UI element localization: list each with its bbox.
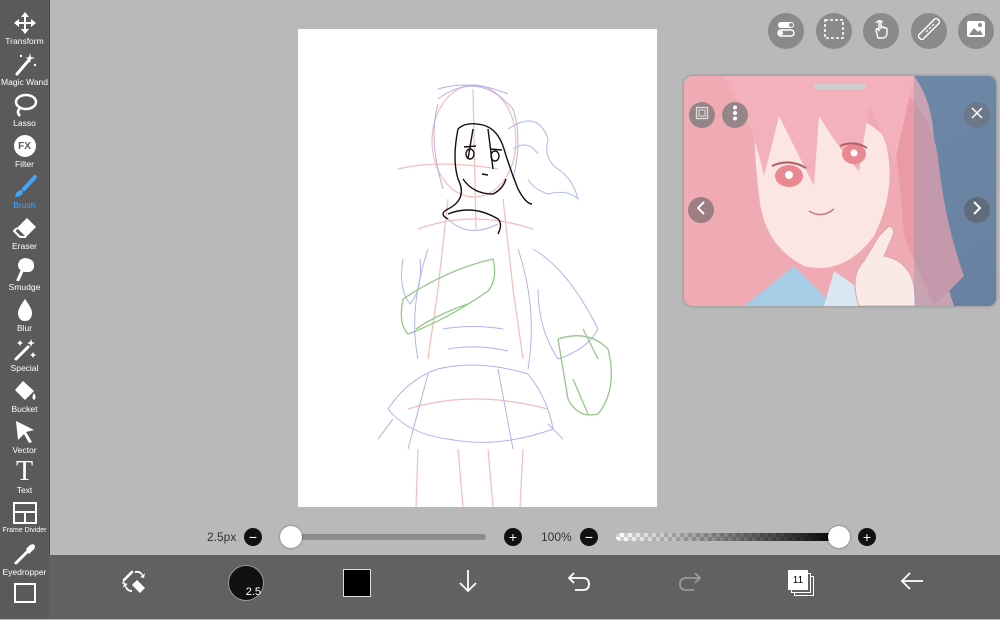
tool-sidebar: Transform Magic Wand Lasso FX Filter Bru… [0,0,50,619]
layer-count: 11 [788,570,808,590]
color-swatch [343,569,371,597]
selection-button[interactable] [816,13,852,49]
reference-window[interactable] [684,76,996,306]
brush-size-value: 2.5px [207,530,237,544]
size-decrease-button[interactable]: − [244,528,262,546]
move-arrows-icon [12,10,38,36]
layers-button[interactable]: 11 [779,561,823,605]
tool-label: Filter [15,159,34,169]
ref-toggle-button[interactable] [689,102,715,128]
opacity-slider[interactable] [616,533,840,541]
size-increase-button[interactable]: + [504,528,522,546]
drawing-canvas[interactable] [298,29,657,507]
tool-label: Special [10,363,39,373]
arrow-down-icon [457,568,479,599]
drag-handle[interactable] [814,84,866,89]
ruler-button[interactable] [911,13,947,49]
tool-smudge[interactable]: Smudge [0,256,49,296]
lasso-icon [12,92,38,118]
square-frame-icon [695,106,709,125]
selection-icon [823,18,845,45]
ruler-icon [917,16,941,45]
tool-label: Magic Wand [1,77,48,87]
tool-label: Smudge [8,282,41,292]
ref-next-button[interactable] [964,197,990,223]
tool-label: Bucket [11,404,38,414]
undo-icon [566,570,592,597]
eraser-icon [12,215,38,241]
brush-size-slider-knob[interactable] [280,526,302,548]
eyedropper-icon [12,541,38,567]
brush-eraser-swap-icon [121,568,149,599]
ref-menu-button[interactable] [722,102,748,128]
brush-eraser-swap-button[interactable] [113,561,157,605]
tool-label: Vector [12,445,37,455]
tool-lasso[interactable]: Lasso [0,92,49,132]
tool-filter[interactable]: FX Filter [0,133,49,173]
download-button[interactable] [446,561,490,605]
frame-divider-icon [12,500,38,526]
brush-icon [12,174,38,200]
sketch-artwork [377,84,612,507]
color-button[interactable] [335,561,379,605]
gesture-button[interactable] [863,13,899,49]
opacity-slider-knob[interactable] [828,526,850,548]
opacity-value: 100% [541,530,572,544]
tool-eraser[interactable]: Eraser [0,215,49,255]
brush-size-preview: 2.5 [228,565,264,601]
ref-prev-button[interactable] [688,197,714,223]
toggle-icon [776,19,796,44]
tool-label: Eyedropper [2,567,47,577]
text-icon: T [15,456,34,487]
layers-icon: 11 [788,570,814,596]
tool-bucket[interactable]: Bucket [0,378,49,418]
tool-canvas[interactable] [0,580,49,620]
image-icon [965,18,987,45]
tool-label: Frame Divider [2,527,47,534]
redo-icon [677,570,703,597]
tool-special[interactable]: Special [0,337,49,377]
tool-blur[interactable]: Blur [0,297,49,337]
brush-size-preview-button[interactable]: 2.5 [224,561,268,605]
bucket-icon [12,378,38,404]
tool-frame-divider[interactable]: Frame Divider [0,500,49,540]
bottom-toolbar: 2.5 11 [49,555,1000,619]
smudge-icon [12,256,38,282]
tool-label: Brush [13,200,36,210]
tool-eyedropper[interactable]: Eyedropper [0,541,49,581]
magic-wand-icon [12,51,38,77]
tool-label: Transform [5,36,44,46]
tool-label: Blur [16,323,33,333]
tool-transform[interactable]: Transform [0,10,49,50]
tool-vector[interactable]: Vector [0,419,49,459]
tool-magic-wand[interactable]: Magic Wand [0,51,49,91]
chevron-right-icon [971,200,983,220]
tool-text[interactable]: T Text [0,456,49,499]
tool-label: Lasso [13,118,36,128]
ref-close-button[interactable] [964,102,990,128]
back-button[interactable] [890,561,934,605]
tool-brush[interactable]: Brush [0,174,49,214]
tool-label: Eraser [11,241,38,251]
toggle-settings-button[interactable] [768,13,804,49]
opacity-decrease-button[interactable]: − [580,528,598,546]
close-icon [971,106,983,124]
tool-label: Text [16,485,33,495]
blur-drop-icon [12,297,38,323]
undo-button[interactable] [557,561,601,605]
redo-button[interactable] [668,561,712,605]
fx-icon: FX [12,133,38,159]
brush-size-slider[interactable] [288,534,486,540]
arrow-left-icon [899,570,925,597]
special-wand-icon [12,337,38,363]
reference-image-button[interactable] [958,13,994,49]
vector-cursor-icon [12,419,38,445]
chevron-left-icon [695,200,707,220]
canvas-icon [12,580,38,606]
opacity-increase-button[interactable]: + [858,528,876,546]
hand-gesture-icon [870,18,892,45]
more-vertical-icon [732,105,738,126]
